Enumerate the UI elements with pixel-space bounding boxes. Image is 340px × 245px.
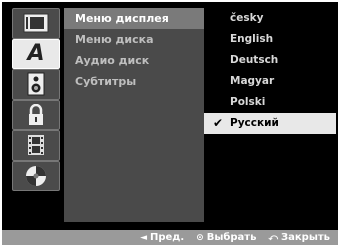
setup-menu-screen: A Меню дисплея Меню диска Аудио диск Суб… — [2, 2, 338, 230]
return-icon: ⤺ — [268, 232, 279, 243]
select-hint[interactable]: ⊙ Выбрать — [196, 232, 256, 243]
lock-icon[interactable] — [12, 99, 60, 130]
menu-item-disc-menu[interactable]: Меню диска — [64, 29, 204, 50]
category-icon-column: A — [12, 8, 60, 222]
menu-item-display-menu[interactable]: Меню дисплея — [64, 8, 204, 29]
language-option-label: Polski — [230, 96, 266, 108]
language-option-label: česky — [230, 12, 264, 24]
prev-hint[interactable]: ◄ Пред. — [140, 232, 184, 243]
disc-icon[interactable] — [12, 160, 60, 191]
display-settings-icon[interactable] — [12, 8, 60, 39]
close-label: Закрыть — [281, 232, 330, 243]
film-recording-icon[interactable] — [12, 130, 60, 161]
language-option-label: English — [230, 33, 274, 45]
language-option[interactable]: Polski — [204, 92, 336, 113]
close-hint[interactable]: ⤺ Закрыть — [268, 232, 330, 243]
footer-hint-bar: ◄ Пред. ⊙ Выбрать ⤺ Закрыть — [2, 230, 338, 245]
language-icon[interactable]: A — [12, 38, 60, 69]
language-option-label: Deutsch — [230, 54, 279, 66]
prev-label: Пред. — [149, 232, 185, 243]
language-icon-glyph: A — [27, 40, 45, 66]
language-option[interactable]: Magyar — [204, 71, 336, 92]
language-options-panel: česky English Deutsch Magyar Polski ✔ Ру… — [204, 8, 336, 222]
language-option[interactable]: Deutsch — [204, 50, 336, 71]
menu-item-subtitles[interactable]: Субтитры — [64, 71, 204, 92]
language-option[interactable]: English — [204, 29, 336, 50]
language-option-label: Русский — [230, 117, 279, 129]
left-arrow-icon: ◄ — [140, 232, 147, 243]
language-option-label: Magyar — [230, 75, 275, 87]
language-option[interactable]: česky — [204, 8, 336, 29]
menu-item-disc-audio[interactable]: Аудио диск — [64, 50, 204, 71]
language-option-selected[interactable]: ✔ Русский — [204, 113, 336, 134]
audio-speaker-icon[interactable] — [12, 69, 60, 100]
enter-button-icon: ⊙ — [196, 232, 204, 243]
select-label: Выбрать — [206, 232, 257, 243]
submenu-panel: Меню дисплея Меню диска Аудио диск Субти… — [64, 8, 204, 222]
checkmark-icon: ✔ — [213, 116, 224, 130]
